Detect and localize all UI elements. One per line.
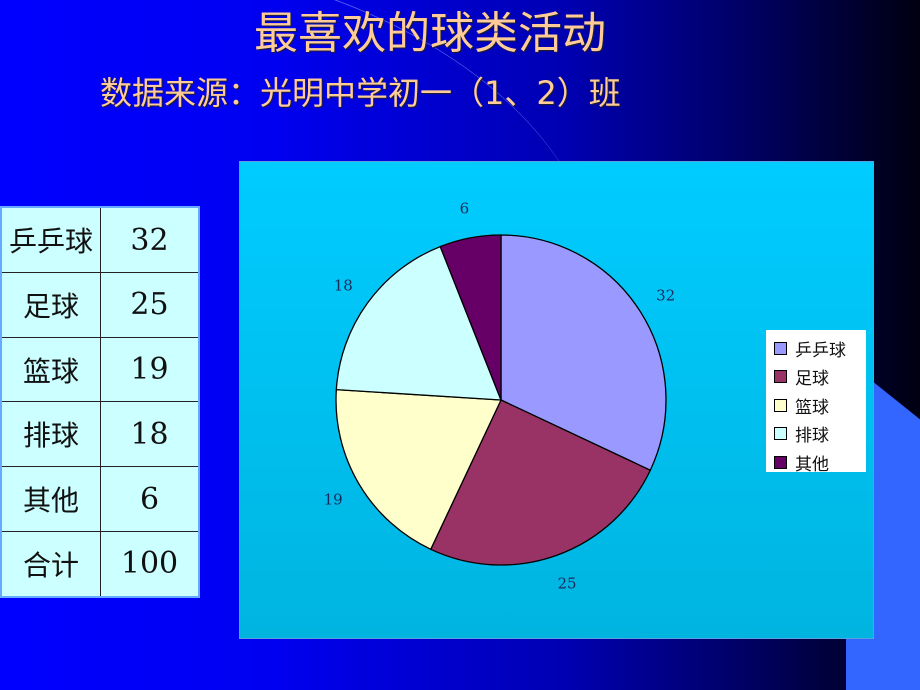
legend-item: 乒乒球	[774, 334, 866, 363]
pie-data-label: 25	[558, 574, 577, 592]
legend-label: 其他	[795, 454, 829, 475]
pie-data-label: 18	[334, 276, 353, 294]
legend-swatch-icon	[774, 370, 787, 384]
pie-data-label: 32	[656, 287, 675, 305]
legend-label: 乒乒球	[795, 340, 846, 361]
legend-label: 足球	[795, 369, 829, 390]
legend-item: 排球	[774, 420, 866, 449]
legend-item: 足球	[774, 363, 866, 392]
legend-swatch-icon	[774, 398, 787, 412]
legend-item: 篮球	[774, 391, 866, 420]
legend-item: 其他	[774, 448, 866, 477]
legend-swatch-icon	[774, 427, 787, 441]
pie-data-label: 19	[324, 490, 343, 508]
pie-data-label: 6	[460, 199, 470, 217]
chart-legend: 乒乒球足球篮球排球其他	[766, 330, 866, 475]
legend-label: 篮球	[795, 397, 829, 418]
legend-swatch-icon	[774, 455, 787, 469]
legend-swatch-icon	[774, 341, 787, 355]
legend-label: 排球	[795, 426, 829, 447]
